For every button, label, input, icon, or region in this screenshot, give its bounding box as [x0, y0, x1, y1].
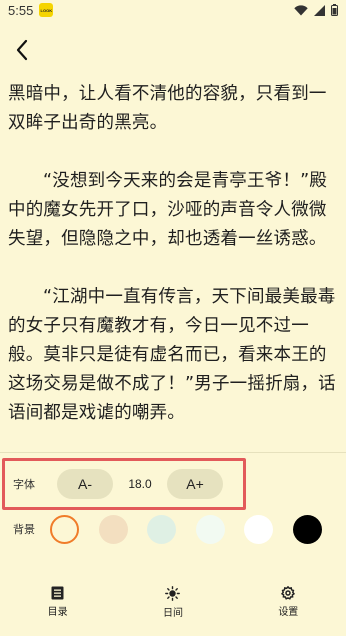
font-size-value: 18.0	[128, 477, 152, 491]
paragraph: “没想到今天来的会是青亭王爷！”殿中的魔女先开了口，沙哑的声音令人微微失望，但隐…	[8, 171, 328, 249]
app-badge-icon: LOOK	[39, 3, 54, 17]
nav-day-mode-label: 日间	[162, 607, 183, 619]
bg-swatch-black[interactable]	[292, 514, 322, 544]
nav-settings-label: 设置	[278, 607, 299, 618]
background-label: 背景	[13, 523, 35, 536]
font-size-row: 字体 A- 18.0 A+	[2, 458, 246, 510]
bg-swatch-mint[interactable]	[147, 514, 176, 544]
nav-settings[interactable]: 设置	[231, 580, 346, 624]
panel-divider	[0, 452, 346, 453]
signal-icon	[314, 4, 325, 16]
nav-catalog-label: 目录	[47, 607, 68, 618]
status-bar: 5:55 LOOK	[0, 0, 346, 20]
status-time: 5:55	[8, 2, 34, 18]
battery-icon	[331, 4, 338, 16]
font-increase-button[interactable]: A+	[167, 469, 223, 499]
back-arrow-icon	[16, 39, 28, 61]
bg-swatch-pale-green[interactable]	[195, 514, 225, 544]
nav-catalog[interactable]: 目录	[0, 580, 115, 624]
back-button[interactable]	[8, 36, 36, 64]
wifi-icon	[294, 4, 308, 15]
sun-icon	[165, 585, 181, 601]
catalog-icon	[51, 586, 64, 600]
nav-day-mode[interactable]: 日间	[115, 580, 230, 624]
font-decrease-button[interactable]: A-	[57, 469, 113, 499]
bottom-nav: 目录 日间 设置	[0, 580, 346, 624]
bg-swatch-cream[interactable]	[50, 514, 79, 544]
background-row: 背景	[2, 510, 346, 548]
font-label: 字体	[13, 478, 35, 491]
gear-icon	[281, 586, 296, 600]
bg-swatch-tan[interactable]	[98, 514, 128, 544]
paragraph: 黑暗中，让人看不清他的容貌，只看到一双眸子出奇的黑亮。	[8, 84, 327, 133]
status-icons	[294, 4, 338, 16]
reading-content[interactable]: 黑暗中，让人看不清他的容貌，只看到一双眸子出奇的黑亮。 “没想到今天来的会是青亭…	[8, 80, 342, 457]
bg-swatch-white[interactable]	[244, 514, 273, 544]
paragraph: “江湖中一直有传言，天下间最美最毒的女子只有魔教才有，今日一见不过一般。莫非只是…	[8, 287, 336, 423]
